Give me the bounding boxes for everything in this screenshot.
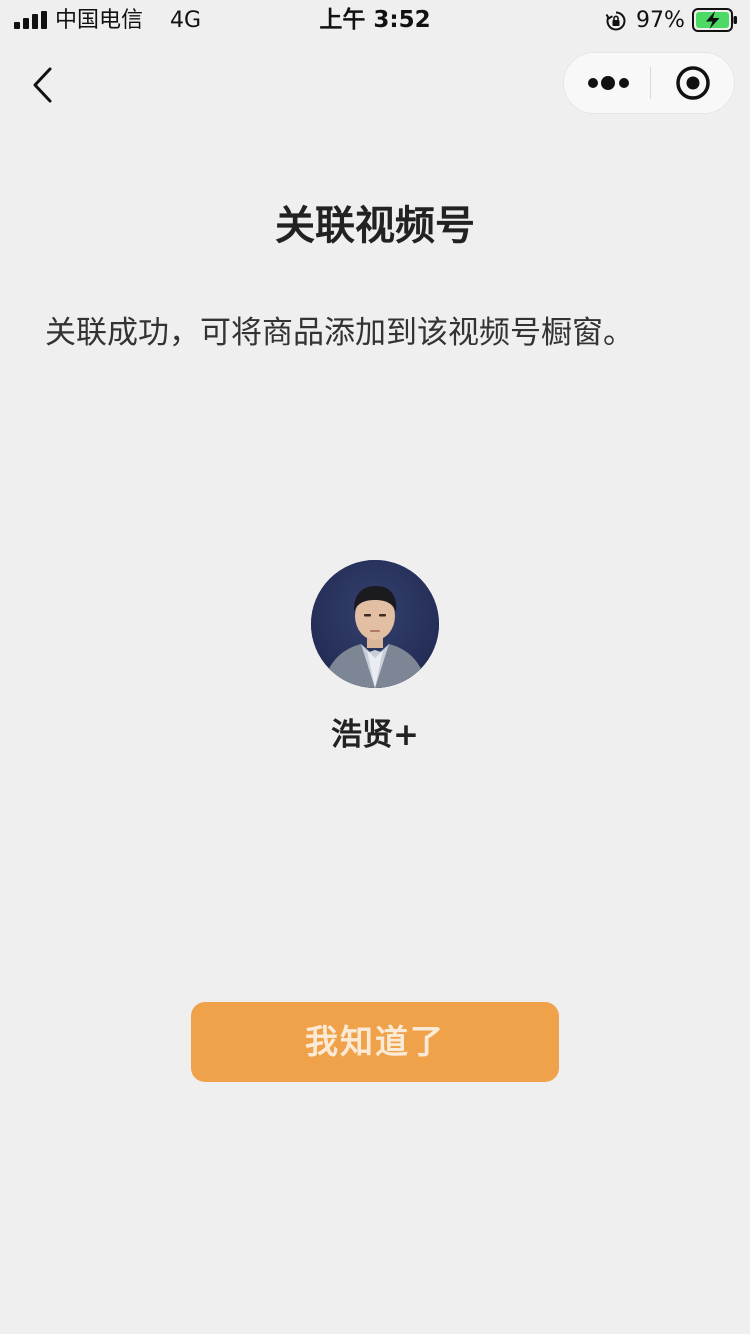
battery-percent: 97% [636,8,685,33]
orientation-lock-icon [605,11,626,31]
target-close-icon [676,66,710,100]
user-avatar [311,560,439,688]
battery-charging-icon [692,8,737,32]
channel-avatar [311,560,439,688]
status-bar: 中国电信 4G 上午 3:52 97% [0,0,750,42]
confirm-button[interactable]: 我知道了 [191,1002,559,1082]
channel-name: 浩贤+ [331,717,419,753]
success-message: 关联成功，可将商品添加到该视频号橱窗。 [45,315,634,351]
close-button[interactable] [651,53,735,113]
mini-program-capsule [563,52,735,114]
page-title: 关联视频号 [275,203,475,249]
chevron-left-icon [33,67,52,103]
more-button[interactable] [564,53,649,113]
back-button[interactable] [22,60,66,110]
